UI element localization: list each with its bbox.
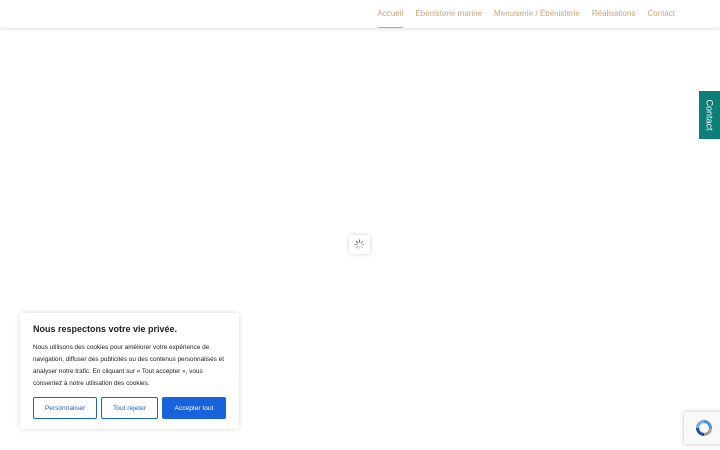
cookie-title: Nous respectons votre vie privée.	[33, 324, 178, 334]
reject-all-button[interactable]: Tout rejeter	[101, 397, 158, 419]
contact-side-tab[interactable]: Contact	[699, 91, 720, 139]
cookie-button-group: Personnaliser Tout rejeter Accepter tout	[33, 397, 226, 419]
accept-all-button[interactable]: Accepter tout	[162, 397, 226, 419]
main-nav: Accueil Ébénisterie marine Menuiserie / …	[377, 0, 675, 28]
nav-item-accueil[interactable]: Accueil	[377, 0, 403, 28]
site-header: Accueil Ébénisterie marine Menuiserie / …	[0, 0, 720, 28]
spinner-icon	[354, 239, 365, 250]
nav-item-contact[interactable]: Contact	[647, 0, 675, 28]
recaptcha-icon	[696, 420, 712, 436]
nav-item-realisations[interactable]: Réalisations	[592, 0, 636, 28]
cookie-consent-banner: Nous respectons votre vie privée. Nous u…	[20, 313, 239, 429]
cookie-description: Nous utilisons des cookies pour améliore…	[33, 344, 225, 387]
page-loader	[349, 235, 370, 254]
contact-side-tab-label: Contact	[704, 99, 715, 131]
customize-button[interactable]: Personnaliser	[33, 397, 97, 419]
nav-item-ebenisterie-marine[interactable]: Ébénisterie marine	[415, 0, 482, 28]
nav-item-menuiserie-ebenisterie[interactable]: Menuiserie / Ébénisterie	[494, 0, 580, 28]
recaptcha-badge[interactable]	[684, 412, 720, 444]
